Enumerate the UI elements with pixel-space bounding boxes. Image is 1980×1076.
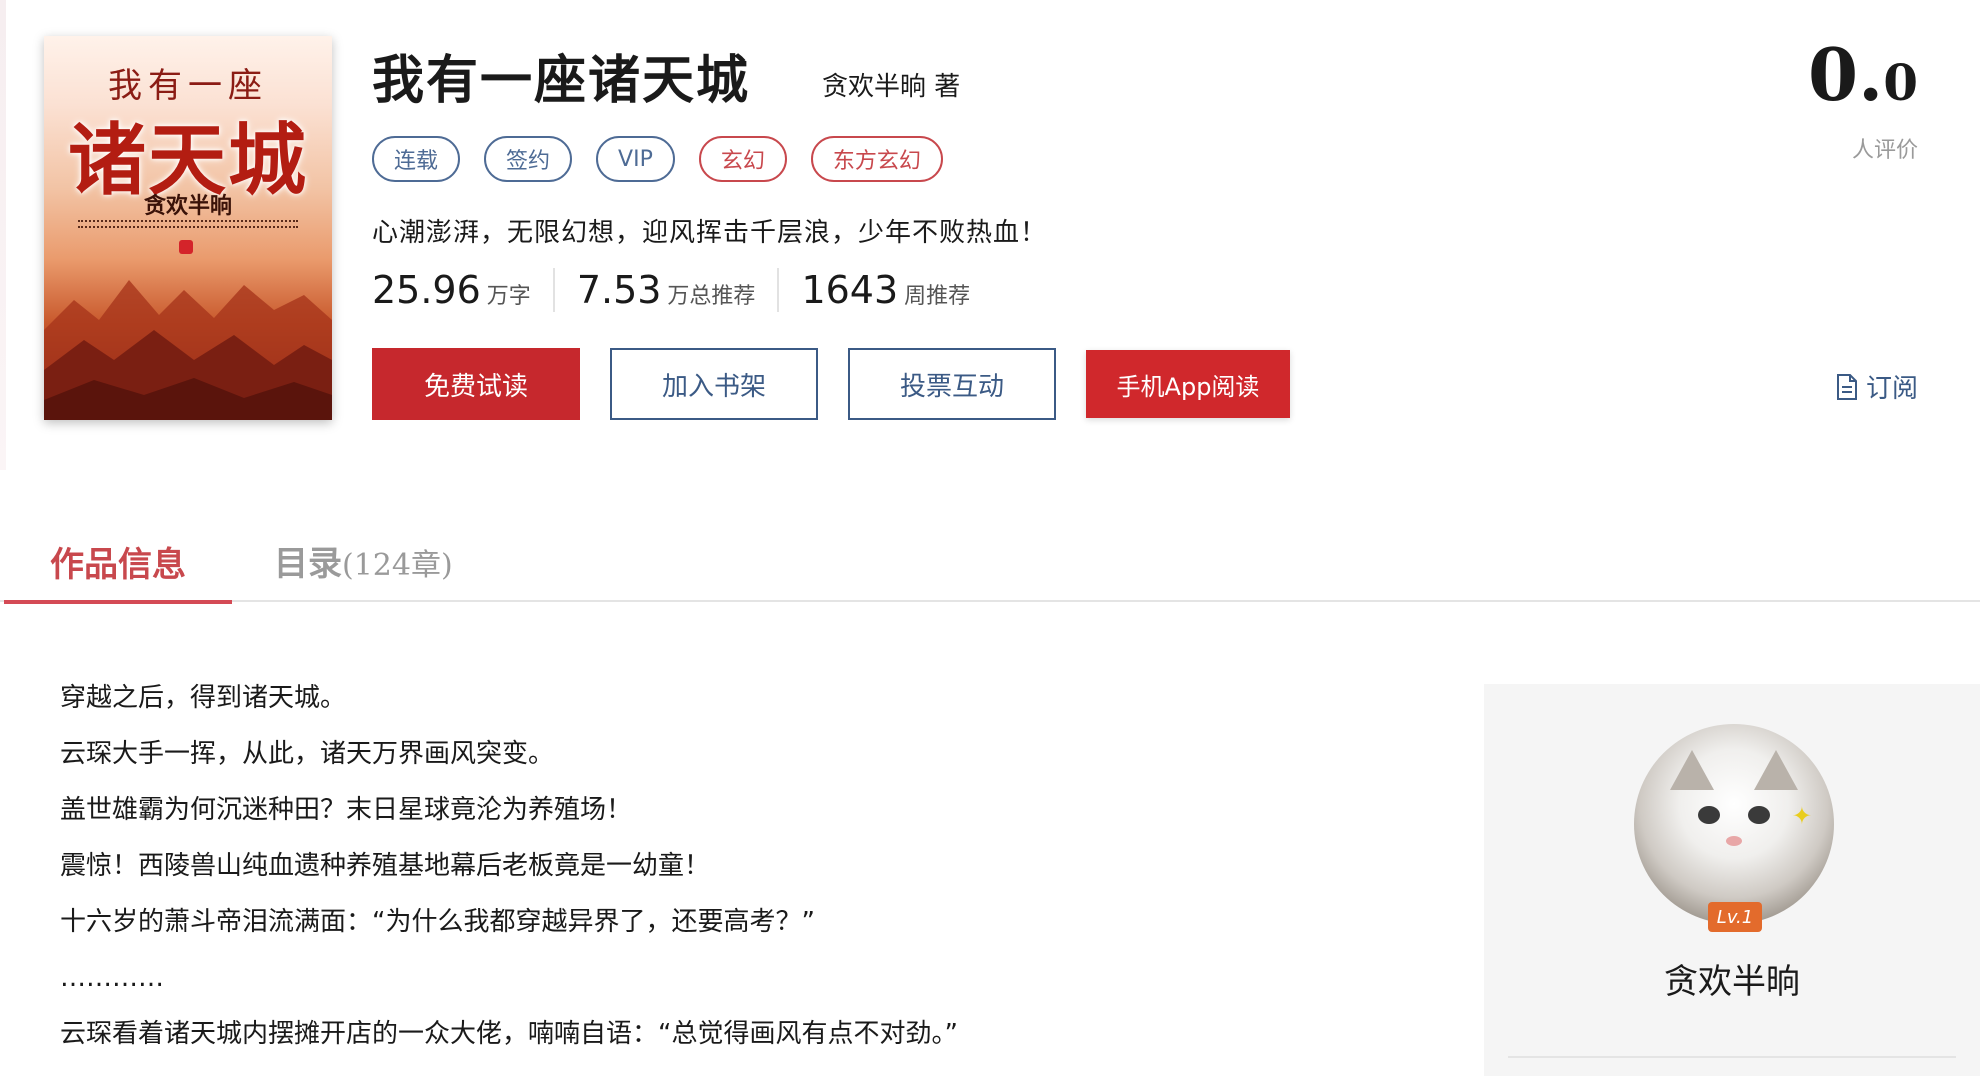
tab-catalog-count: (124章) xyxy=(342,548,453,583)
stat-week-recommend: 1643 周推荐 xyxy=(777,268,992,312)
tab-catalog-label: 目录 xyxy=(274,544,342,584)
author-card: ✦ Lv.1 贪欢半晌 xyxy=(1484,684,1980,1076)
cover-publisher-logo xyxy=(44,240,332,254)
stat-unit: 万字 xyxy=(486,284,531,309)
description-line: ………… xyxy=(60,963,164,993)
description-line: 盖世雄霸为何沉迷种田？末日星球竟沦为养殖场！ xyxy=(60,795,633,825)
book-stats: 25.96 万字 7.53 万总推荐 1643 周推荐 xyxy=(372,268,992,312)
stat-unit: 万总推荐 xyxy=(667,284,756,309)
avatar-ear xyxy=(1754,750,1798,790)
book-cover[interactable]: 我有一座 诸天城 贪欢半晌 xyxy=(44,36,332,420)
book-author[interactable]: 贪欢半晌 著 xyxy=(822,66,960,103)
cover-mountains-art xyxy=(44,280,332,420)
avatar-nose xyxy=(1726,836,1742,846)
tag-subgenre[interactable]: 东方玄幻 xyxy=(810,136,943,182)
stat-unit: 周推荐 xyxy=(904,284,971,309)
stat-total-recommend: 7.53 万总推荐 xyxy=(552,268,778,312)
stat-value: 1643 xyxy=(801,268,899,312)
avatar-ear xyxy=(1670,750,1714,790)
subscribe-link[interactable]: 订阅 xyxy=(1836,368,1918,405)
tab-catalog[interactable]: 目录(124章) xyxy=(274,536,453,585)
rating-score: 0.0 xyxy=(1808,32,1918,117)
tag-signed[interactable]: 签约 xyxy=(484,136,573,182)
author-card-name[interactable]: 贪欢半晌 xyxy=(1484,954,1980,1003)
tag-list: 连载 签约 VIP 玄幻 东方玄幻 xyxy=(372,136,943,182)
publisher-badge-icon xyxy=(179,240,193,254)
avatar-eye xyxy=(1698,806,1720,824)
tag-genre[interactable]: 玄幻 xyxy=(698,136,787,182)
tag-status[interactable]: 连载 xyxy=(372,136,461,182)
avatar-eye xyxy=(1748,806,1770,824)
cover-tagline xyxy=(78,220,298,228)
stat-word-count: 25.96 万字 xyxy=(372,268,553,312)
tab-book-info[interactable]: 作品信息 xyxy=(4,522,232,604)
description-line: 震惊！西陵兽山纯血遗种养殖基地幕后老板竟是一幼童！ xyxy=(60,851,711,881)
subscribe-label: 订阅 xyxy=(1865,374,1918,404)
author-card-divider xyxy=(1508,1056,1956,1058)
cover-author: 贪欢半晌 xyxy=(143,193,232,219)
stat-value: 25.96 xyxy=(372,268,481,312)
app-read-button[interactable]: 手机App阅读 xyxy=(1086,350,1290,418)
tag-vip[interactable]: VIP xyxy=(596,136,675,182)
book-title: 我有一座诸天城 xyxy=(372,51,751,111)
left-edge-sliver xyxy=(0,0,6,470)
free-read-button[interactable]: 免费试读 xyxy=(372,348,580,420)
document-icon xyxy=(1836,373,1857,400)
description-line: 云琛看着诸天城内摆摊开店的一众大佬，喃喃自语：“总觉得画风有点不对劲。” xyxy=(60,1019,958,1049)
rating-score-dec: 0 xyxy=(1883,53,1918,112)
book-detail-page: 我有一座 诸天城 贪欢半晌 我有一座诸天城 贪欢半晌 著 连载 签约 VIP 玄… xyxy=(0,0,1980,1076)
description-line: 十六岁的萧斗帝泪流满面：“为什么我都穿越异界了，还要高考？” xyxy=(60,907,815,937)
add-to-shelf-button[interactable]: 加入书架 xyxy=(610,348,818,420)
rating-count-label: 人评价 xyxy=(1851,138,1918,163)
vote-button[interactable]: 投票互动 xyxy=(848,348,1056,420)
book-description: 穿越之后，得到诸天城。 云琛大手一挥，从此，诸天万界画风突变。 盖世雄霸为何沉迷… xyxy=(60,676,958,1068)
author-level-badge: Lv.1 xyxy=(1708,902,1762,932)
author-avatar[interactable]: ✦ xyxy=(1634,724,1834,924)
tab-divider xyxy=(0,600,1980,602)
stat-value: 7.53 xyxy=(576,268,662,312)
rating-score-int: 0. xyxy=(1808,32,1884,117)
sparkle-icon: ✦ xyxy=(1791,802,1812,830)
description-line: 云琛大手一挥，从此，诸天万界画风突变。 xyxy=(60,739,555,769)
description-line: 穿越之后，得到诸天城。 xyxy=(60,683,347,713)
book-intro: 心潮澎湃，无限幻想，迎风挥击千层浪，少年不败热血！ xyxy=(372,218,1048,248)
